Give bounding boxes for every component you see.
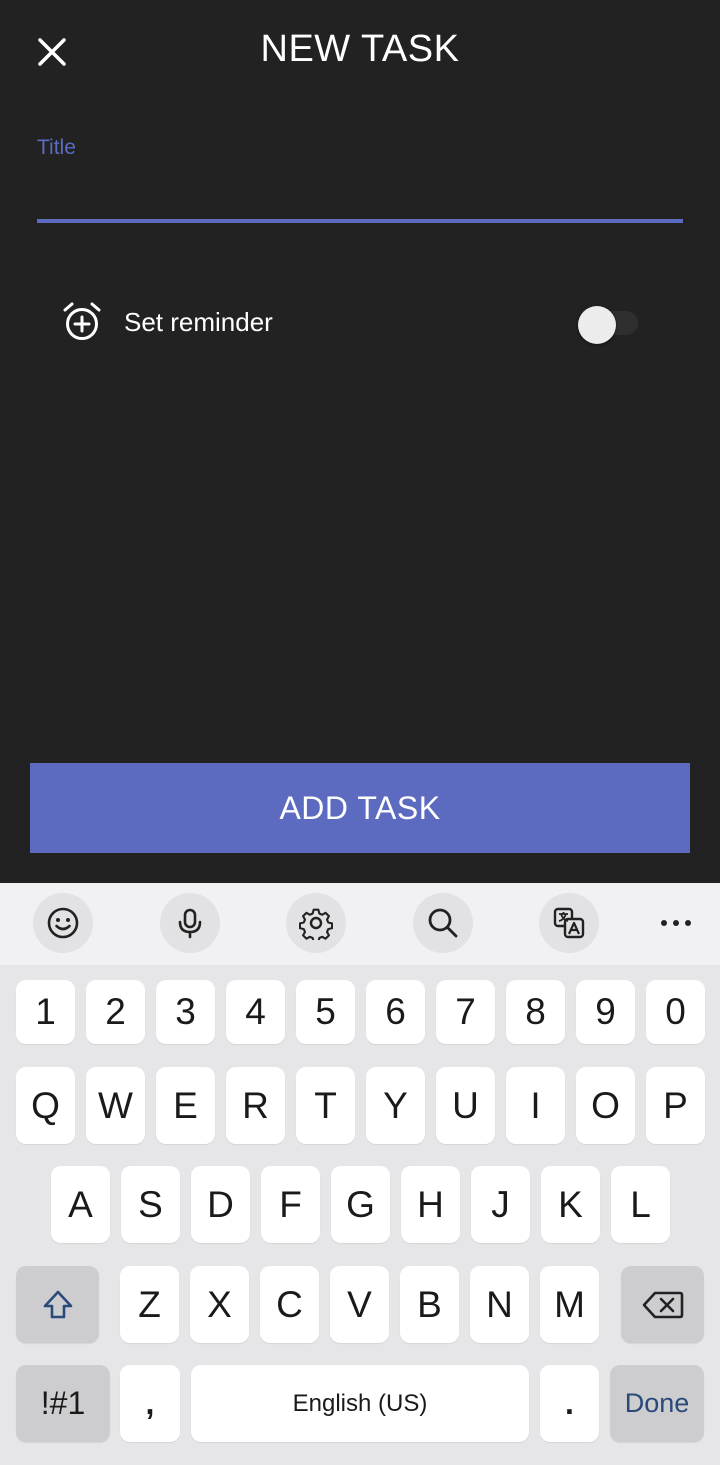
key-j[interactable]: J <box>471 1166 530 1243</box>
key-t[interactable]: T <box>296 1067 355 1144</box>
key-n[interactable]: N <box>470 1266 529 1343</box>
page-title: NEW TASK <box>260 28 460 70</box>
key-x[interactable]: X <box>190 1266 249 1343</box>
done-key[interactable]: Done <box>610 1365 704 1442</box>
key-7[interactable]: 7 <box>436 980 495 1044</box>
key-o[interactable]: O <box>576 1067 635 1144</box>
key-d[interactable]: D <box>191 1166 250 1243</box>
key-s[interactable]: S <box>121 1166 180 1243</box>
symbols-key[interactable]: !#1 <box>16 1365 110 1442</box>
key-r[interactable]: R <box>226 1067 285 1144</box>
emoji-icon <box>47 907 79 939</box>
key-f[interactable]: F <box>261 1166 320 1243</box>
toggle-thumb <box>578 306 616 344</box>
key-g[interactable]: G <box>331 1166 390 1243</box>
key-a[interactable]: A <box>51 1166 110 1243</box>
comma-key[interactable]: , <box>120 1365 180 1442</box>
key-0[interactable]: 0 <box>646 980 705 1044</box>
key-z[interactable]: Z <box>120 1266 179 1343</box>
search-icon <box>428 908 458 938</box>
key-l[interactable]: L <box>611 1166 670 1243</box>
set-reminder-toggle[interactable] <box>578 306 640 344</box>
title-input[interactable] <box>37 168 683 214</box>
key-m[interactable]: M <box>540 1266 599 1343</box>
translate-icon <box>553 907 585 939</box>
key-b[interactable]: B <box>400 1266 459 1343</box>
key-9[interactable]: 9 <box>576 980 635 1044</box>
key-1[interactable]: 1 <box>16 980 75 1044</box>
set-reminder-row[interactable]: Set reminder <box>60 293 650 353</box>
settings-icon <box>299 908 333 940</box>
key-u[interactable]: U <box>436 1067 495 1144</box>
space-key[interactable]: English (US) <box>191 1365 529 1442</box>
title-underline <box>37 219 683 223</box>
backspace-icon <box>642 1291 683 1318</box>
more-icon <box>661 920 691 926</box>
add-task-button[interactable]: ADD TASK <box>30 763 690 853</box>
emoji-button[interactable] <box>33 893 93 953</box>
more-options-button[interactable] <box>646 893 706 953</box>
period-key[interactable]: . <box>540 1365 599 1442</box>
voice-input-button[interactable] <box>160 893 220 953</box>
key-6[interactable]: 6 <box>366 980 425 1044</box>
on-screen-keyboard: 1234567890 QWERTYUIOP ASDFGHJKL ZXCVBNM … <box>0 883 720 1465</box>
key-2[interactable]: 2 <box>86 980 145 1044</box>
key-v[interactable]: V <box>330 1266 389 1343</box>
key-y[interactable]: Y <box>366 1067 425 1144</box>
key-h[interactable]: H <box>401 1166 460 1243</box>
key-5[interactable]: 5 <box>296 980 355 1044</box>
shift-key[interactable] <box>16 1266 99 1343</box>
key-i[interactable]: I <box>506 1067 565 1144</box>
alarm-add-icon <box>63 302 101 340</box>
key-w[interactable]: W <box>86 1067 145 1144</box>
new-task-screen: NEW TASK Title Set reminder ADD TASK <box>0 0 720 883</box>
key-c[interactable]: C <box>260 1266 319 1343</box>
shift-icon <box>43 1290 72 1318</box>
keyboard-settings-button[interactable] <box>286 893 346 953</box>
backspace-key[interactable] <box>621 1266 704 1343</box>
keyboard-toolbar <box>0 883 720 965</box>
set-reminder-label: Set reminder <box>124 307 273 337</box>
title-field[interactable]: Title <box>37 130 683 225</box>
key-4[interactable]: 4 <box>226 980 285 1044</box>
translate-button[interactable] <box>539 893 599 953</box>
keyboard-search-button[interactable] <box>413 893 473 953</box>
title-label: Title <box>37 136 76 159</box>
key-e[interactable]: E <box>156 1067 215 1144</box>
key-p[interactable]: P <box>646 1067 705 1144</box>
key-q[interactable]: Q <box>16 1067 75 1144</box>
key-k[interactable]: K <box>541 1166 600 1243</box>
microphone-icon <box>178 908 202 939</box>
key-3[interactable]: 3 <box>156 980 215 1044</box>
key-8[interactable]: 8 <box>506 980 565 1044</box>
